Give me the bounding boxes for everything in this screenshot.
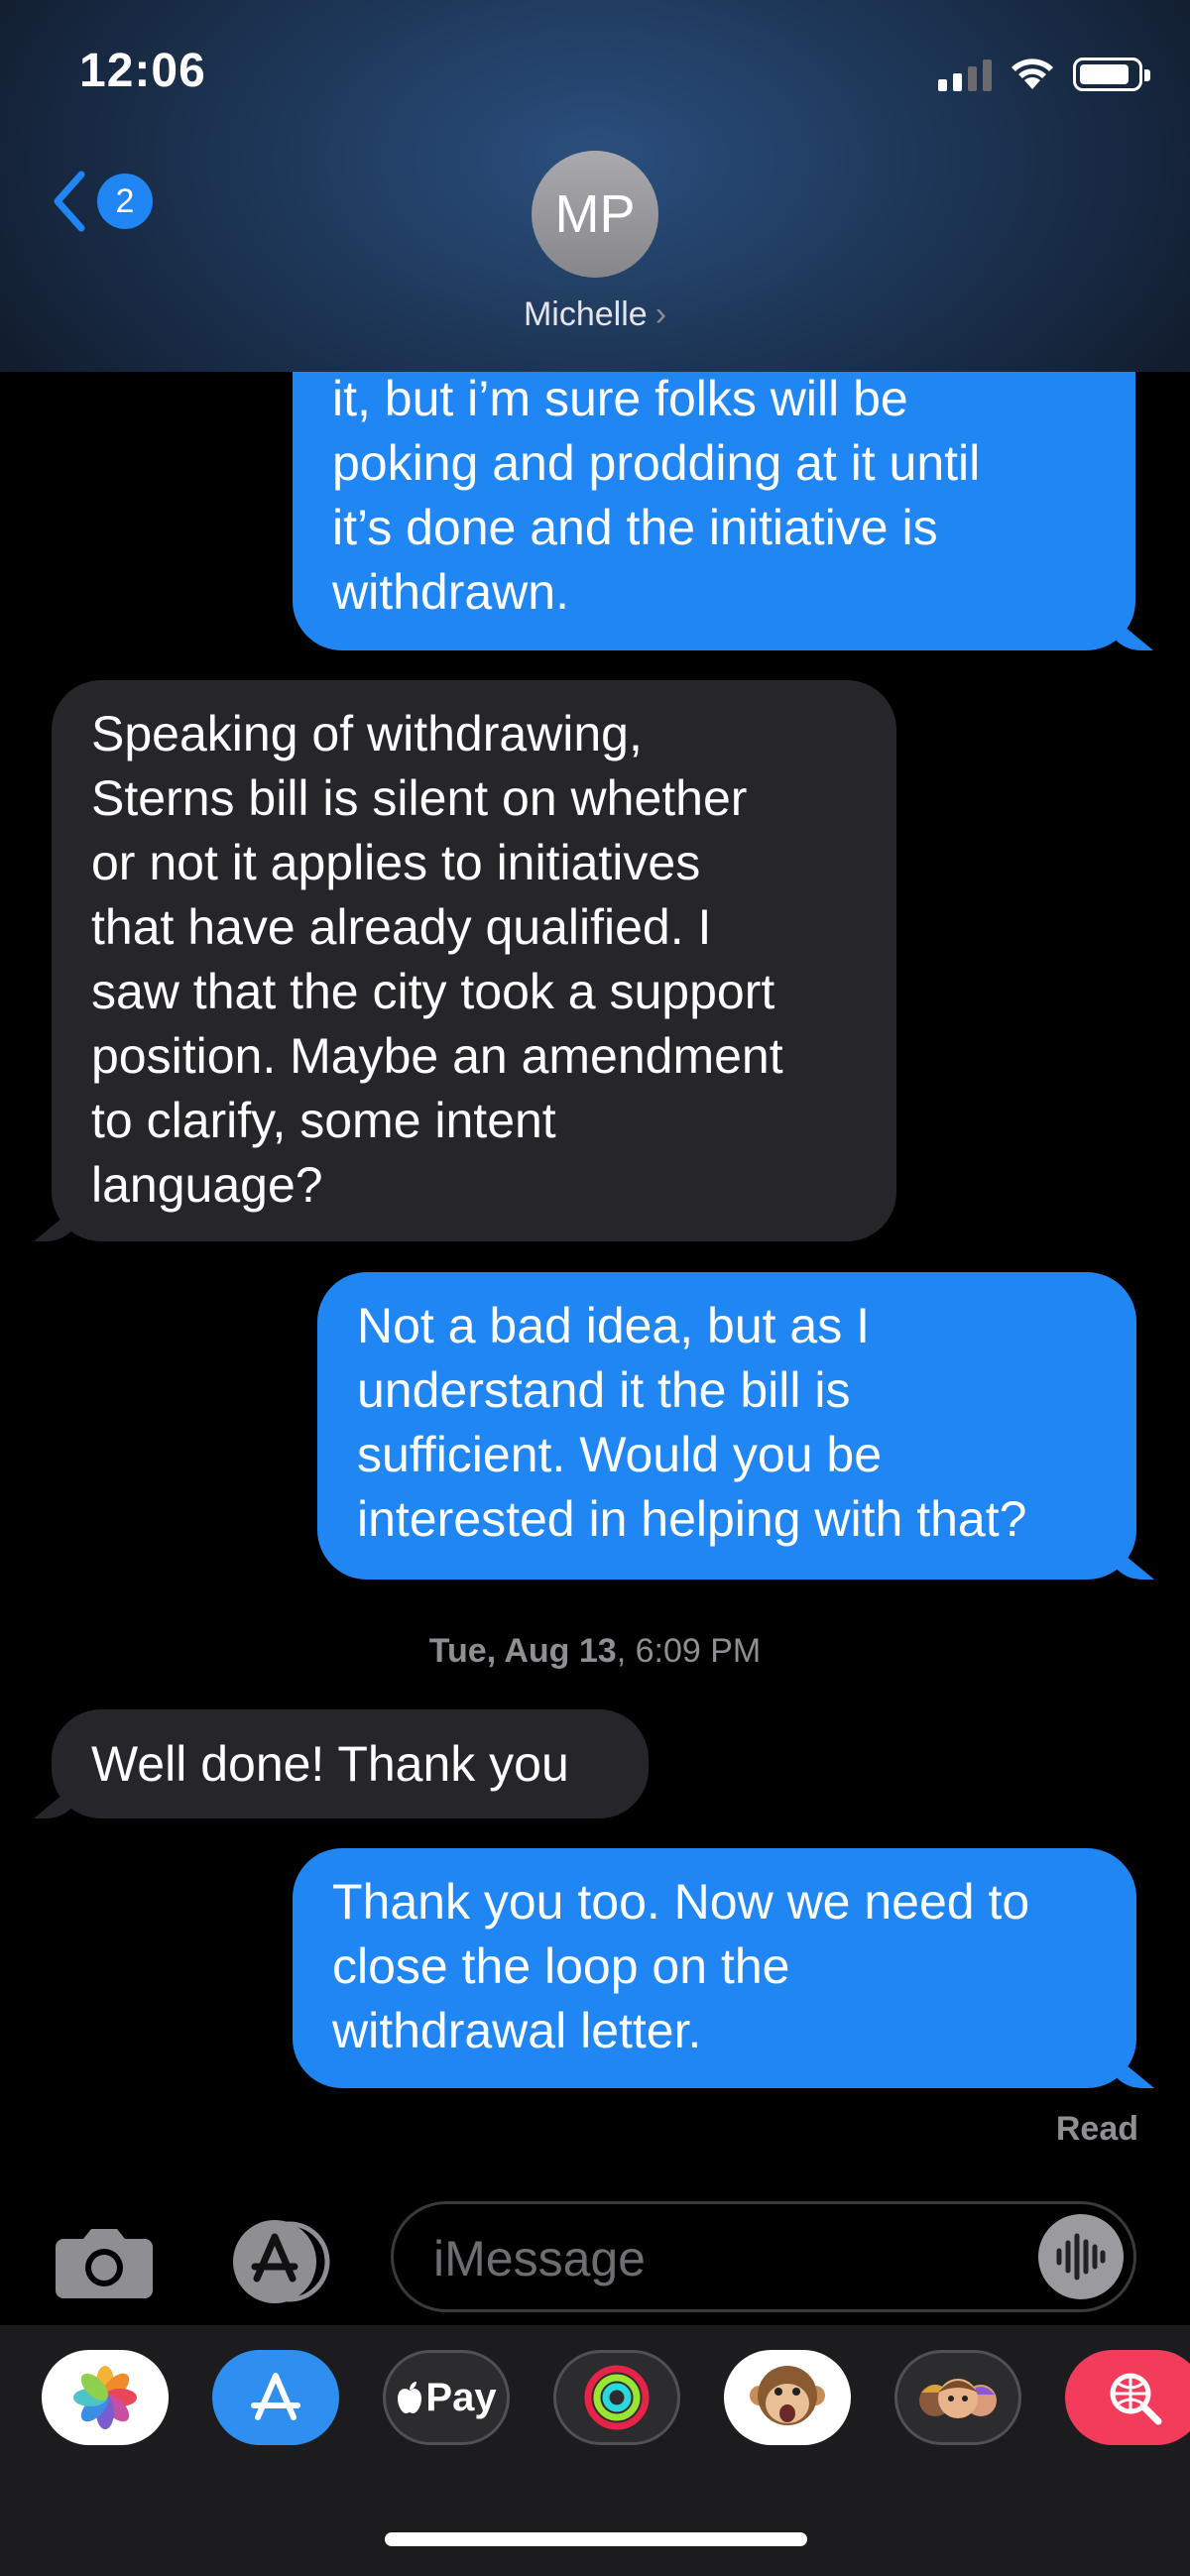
timestamp-day: Tue, Aug 13 [428,1632,617,1670]
unread-count-badge: 2 [97,174,153,229]
app-store-app-button[interactable] [212,2350,339,2445]
app-store-icon [251,2373,300,2420]
activity-icon [584,2365,650,2430]
message-timestamp: Tue, Aug 13, 6:09 PM [0,1632,1190,1671]
waveform-icon [1056,2233,1106,2281]
apple-pay-label: Pay [425,2375,497,2419]
outgoing-message-bubble[interactable]: Not a bad idea, but as I understand it t… [317,1272,1136,1580]
status-time: 12:06 [79,45,206,97]
camera-icon[interactable] [54,2225,155,2300]
incoming-message-bubble[interactable]: Well done! Thank you [52,1709,649,1818]
status-indicators [938,52,1150,91]
photos-icon [73,2366,137,2429]
web-images-search-icon [1110,2373,1162,2425]
home-indicator[interactable] [385,2532,807,2546]
conversation-header: 12:06 2 MP Michelle › [0,0,1190,372]
cellular-signal-icon [938,59,992,91]
chevron-right-icon: › [654,295,667,333]
message-input[interactable]: iMessage [391,2201,1136,2312]
outgoing-message-bubble[interactable]: Thank you too. Now we need to close the … [293,1848,1136,2088]
memoji-icon [919,2379,997,2418]
contact-name-button[interactable]: Michelle › [0,295,1190,334]
contact-name: Michelle [523,295,648,333]
outgoing-message-bubble[interactable]: it, but i’m sure folks will be poking an… [293,327,1135,650]
incoming-message-bubble[interactable]: Speaking of withdrawing, Sterns bill is … [52,680,896,1241]
animoji-app-button[interactable] [724,2350,851,2445]
web-images-app-button[interactable] [1065,2350,1190,2445]
apple-logo-icon [398,2382,422,2413]
timestamp-time: , 6:09 PM [616,1632,762,1670]
message-input-placeholder: iMessage [433,2231,646,2286]
monkey-animoji-icon [750,2366,825,2425]
contact-avatar[interactable]: MP [532,151,658,278]
memoji-app-button[interactable] [894,2350,1021,2445]
battery-icon [1073,58,1150,91]
activity-app-button[interactable] [553,2350,680,2445]
back-button[interactable]: 2 [50,169,153,234]
wifi-icon [1012,59,1053,89]
chevron-left-icon [54,171,85,232]
apple-pay-app-button[interactable]: Pay [383,2350,510,2445]
compose-bar: iMessage [0,2181,1190,2325]
read-receipt: Read [1055,2110,1138,2148]
photos-app-button[interactable] [42,2350,169,2445]
audio-message-button[interactable] [1038,2214,1124,2299]
app-store-icon[interactable] [220,2217,339,2306]
